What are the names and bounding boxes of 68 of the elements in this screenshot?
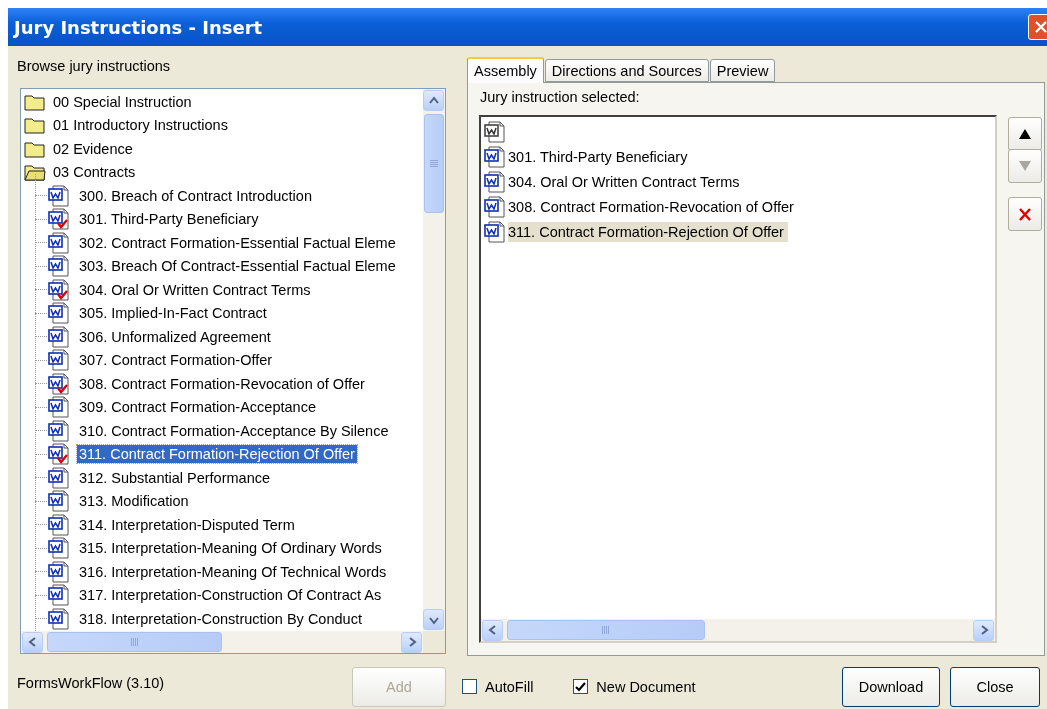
move-up-button[interactable] [1008, 117, 1042, 151]
scroll-right-button[interactable] [973, 619, 994, 641]
tree-folder[interactable]: 00 Special Instruction [51, 92, 194, 111]
scrollbar-thumb[interactable] [424, 114, 444, 213]
checkbox-label: New Document [596, 678, 696, 695]
scroll-up-button[interactable] [423, 90, 444, 111]
document-icon [484, 195, 508, 218]
document-icon [484, 145, 508, 168]
tree-item[interactable]: 304. Oral Or Written Contract Terms [77, 280, 313, 299]
tree-item[interactable]: 302. Contract Formation-Essential Factual Eleme [77, 233, 398, 252]
tree-item[interactable]: 313. Modification [77, 492, 191, 511]
close-icon [1034, 20, 1047, 34]
checkbox[interactable] [462, 679, 477, 695]
selected-label: Jury instruction selected: [479, 88, 641, 107]
list-item[interactable]: 311. Contract Formation-Rejection Of Offer [508, 221, 788, 242]
checkbox-label: AutoFill [485, 678, 534, 695]
scrollbar-thumb[interactable] [507, 620, 705, 640]
checkbox[interactable] [573, 679, 589, 695]
document-icon [484, 120, 508, 143]
remove-x-icon [1019, 207, 1031, 221]
vertical-scrollbar[interactable] [423, 89, 445, 631]
tab[interactable]: Assembly [467, 57, 544, 83]
tree-item[interactable]: 316. Interpretation-Meaning Of Technical Words [77, 562, 389, 581]
version-text: FormsWorkFlow (3.10) [17, 674, 166, 691]
grip-icon [430, 159, 438, 168]
tree-item[interactable]: 317. Interpretation-Construction Of Contract As [77, 586, 384, 605]
remove-button[interactable] [1008, 197, 1042, 231]
scroll-left-button[interactable] [482, 619, 503, 641]
scrollbar-thumb[interactable] [47, 632, 222, 652]
grip-icon [130, 638, 139, 646]
window-title: Jury Instructions - Insert [14, 16, 263, 38]
checkmark-icon [575, 681, 587, 692]
tree-item[interactable]: 307. Contract Formation-Offer [77, 351, 275, 370]
tree-item[interactable]: 310. Contract Formation-Acceptance By Silence [77, 421, 391, 440]
close-button[interactable] [1028, 14, 1047, 40]
down-triangle-icon [1018, 160, 1032, 172]
tree-item[interactable]: 308. Contract Formation-Revocation of Offer [77, 374, 367, 393]
tree-item[interactable]: 305. Implied-In-Fact Contract [77, 304, 269, 323]
scrollbar-corner [423, 631, 445, 653]
horizontal-scrollbar[interactable] [481, 619, 995, 641]
tree-item[interactable]: 311. Contract Formation-Rejection Of Offer [77, 445, 357, 464]
browse-label: Browse jury instructions [16, 57, 172, 76]
document-icon [484, 170, 508, 193]
tab[interactable]: Directions and Sources [544, 59, 709, 82]
tree-folder[interactable]: 03 Contracts [51, 163, 138, 182]
download-button[interactable]: Download [842, 666, 940, 707]
checkbox-option[interactable]: AutoFill [462, 678, 534, 695]
tab[interactable]: Preview [709, 59, 776, 82]
checkbox-option[interactable]: New Document [573, 678, 696, 695]
tree-item[interactable]: 306. Unformalized Agreement [77, 327, 273, 346]
document-icon [484, 220, 508, 243]
scroll-left-button[interactable] [22, 631, 43, 653]
up-triangle-icon [1018, 128, 1032, 140]
scroll-down-button[interactable] [423, 609, 444, 630]
close-dialog-button[interactable]: Close [950, 666, 1040, 707]
scroll-right-button[interactable] [401, 631, 422, 653]
tree-item[interactable]: 303. Breach Of Contract-Essential Factual Eleme [77, 257, 398, 276]
tree-item[interactable]: 309. Contract Formation-Acceptance [77, 398, 318, 417]
tree-item[interactable]: 301. Third-Party Beneficiary [77, 210, 261, 229]
tree-item[interactable]: 300. Breach of Contract Introduction [77, 186, 314, 205]
tree-item[interactable]: 314. Interpretation-Disputed Term [77, 515, 297, 534]
grip-icon [602, 626, 610, 634]
horizontal-scrollbar[interactable] [21, 631, 423, 653]
tree-folder[interactable]: 01 Introductory Instructions [51, 116, 230, 135]
tree-item[interactable]: 312. Substantial Performance [77, 468, 273, 487]
tree-item[interactable]: 315. Interpretation-Meaning Of Ordinary Words [77, 539, 384, 558]
tree-folder[interactable]: 02 Evidence [51, 139, 135, 158]
tree-item[interactable]: 318. Interpretation-Construction By Conduct [77, 609, 364, 628]
